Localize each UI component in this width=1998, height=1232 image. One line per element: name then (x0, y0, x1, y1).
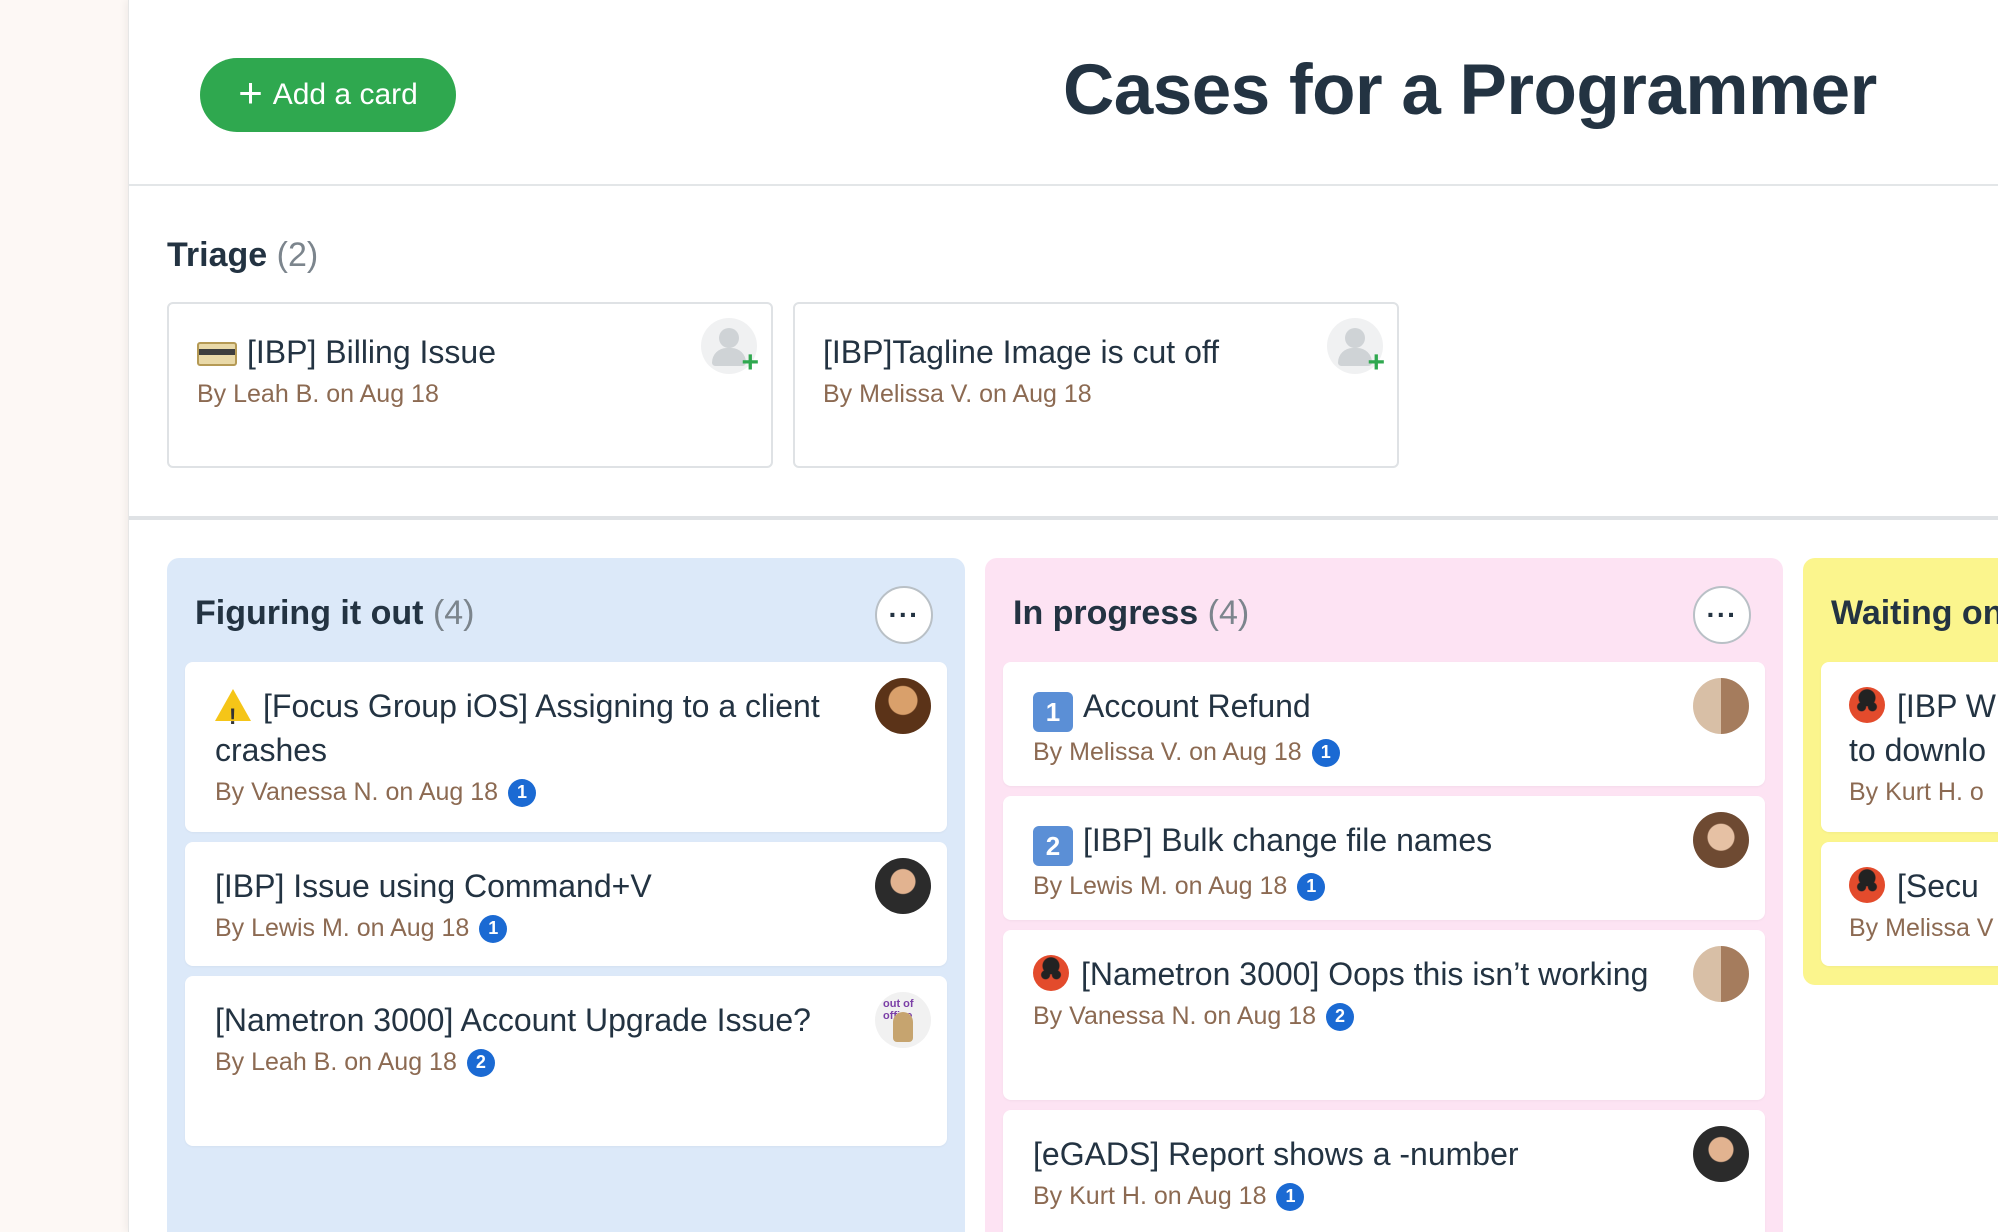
card-title-text: [IBP W (1897, 688, 1996, 724)
lane-card[interactable]: 1 Account Refund By Melissa V. on Aug 18 … (1003, 662, 1765, 786)
card-title: [IBP]Tagline Image is cut off (823, 334, 1220, 370)
comment-count-badge: 1 (1297, 872, 1326, 901)
board-header: + Add a card Cases for a Programmer (129, 0, 1998, 186)
lane-card[interactable]: [IBP] Issue using Command+V By Lewis M. … (185, 842, 947, 966)
lane-title: Figuring it out (4) (195, 594, 475, 633)
lane-card[interactable]: [Nametron 3000] Oops this isn’t working … (1003, 930, 1765, 1100)
card-meta: By Lewis M. on Aug 18 1 (215, 914, 917, 943)
ladybug-icon (1849, 687, 1885, 723)
card-title-text: [Nametron 3000] Oops this isn’t working (1081, 956, 1649, 992)
credit-card-icon (197, 342, 237, 366)
assign-user-icon[interactable]: + (701, 318, 759, 378)
triage-card[interactable]: [IBP]Tagline Image is cut off By Melissa… (793, 302, 1399, 468)
card-meta: By Lewis M. on Aug 18 1 (1033, 872, 1735, 901)
comment-count-badge: 1 (479, 914, 508, 943)
lane-card[interactable]: [Nametron 3000] Account Upgrade Issue? B… (185, 976, 947, 1146)
card-meta: By Vanessa N. on Aug 18 2 (1033, 1002, 1735, 1031)
avatar[interactable] (875, 858, 931, 914)
card-meta: By Kurt H. on Aug 18 1 (1033, 1182, 1735, 1211)
lane-card[interactable]: [IBP W to downlo By Kurt H. o (1821, 662, 1998, 832)
card-title: [Nametron 3000] Account Upgrade Issue? (215, 1002, 811, 1038)
lane-more-button[interactable]: ··· (875, 586, 933, 644)
card-meta: By Melissa V. on Aug 18 1 (1033, 738, 1735, 767)
card-meta-text: By Vanessa N. on Aug 18 (1033, 1002, 1317, 1030)
card-title: 2 [IBP] Bulk change file names (1033, 818, 1735, 866)
lane-count: (4) (432, 594, 475, 632)
card-title: [eGADS] Report shows a -number (1033, 1136, 1519, 1172)
triage-card[interactable]: [IBP] Billing Issue By Leah B. on Aug 18… (167, 302, 773, 468)
card-meta-text: By Melissa V. on Aug 18 (1033, 738, 1302, 766)
card-meta-text: By Kurt H. on Aug 18 (1033, 1182, 1267, 1210)
lanes-area: Figuring it out (4) ··· [Focus Group iOS… (129, 558, 1998, 1232)
triage-section: Triage (2) [IBP] Billing Issue By Leah B… (129, 186, 1998, 520)
lane-title-label: Figuring it out (195, 594, 424, 632)
card-title: [IBP W to downlo (1849, 684, 1998, 772)
triage-count: (2) (276, 236, 319, 274)
card-meta: By Melissa V (1849, 914, 1994, 942)
avatar[interactable]: out of office (875, 992, 931, 1048)
page-title: Cases for a Programmer (1063, 51, 1877, 130)
card-title: [Nametron 3000] Oops this isn’t working (1033, 952, 1735, 996)
card-title-text: [IBP] Bulk change file names (1083, 822, 1493, 858)
card-meta: By Vanessa N. on Aug 18 1 (215, 778, 917, 807)
card-title-text-cont: to downlo (1849, 732, 1986, 768)
avatar[interactable] (1693, 946, 1749, 1002)
ladybug-icon (1033, 955, 1069, 991)
triage-title: Triage (2) (167, 236, 318, 275)
comment-count-badge: 1 (1276, 1182, 1305, 1211)
ladybug-icon (1849, 867, 1885, 903)
plus-icon: + (238, 69, 263, 116)
card-meta-text: By Lewis M. on Aug 18 (215, 914, 470, 942)
board: + Add a card Cases for a Programmer Tria… (128, 0, 1998, 1232)
card-title-text: [IBP] Billing Issue (247, 334, 496, 370)
avatar[interactable] (1693, 678, 1749, 734)
triage-title-label: Triage (167, 236, 268, 274)
add-card-button[interactable]: + Add a card (200, 58, 456, 132)
lane-more-button[interactable]: ··· (1693, 586, 1751, 644)
card-meta: By Kurt H. o (1849, 778, 1984, 806)
assign-user-icon[interactable]: + (1327, 318, 1385, 378)
card-title: 1 Account Refund (1033, 684, 1735, 732)
card-title-text: Account Refund (1083, 688, 1311, 724)
lane-count: (4) (1207, 594, 1250, 632)
comment-count-badge: 2 (466, 1048, 495, 1077)
card-meta: By Leah B. on Aug 18 (197, 380, 439, 408)
add-card-label: Add a card (272, 78, 418, 111)
lane-in-progress: In progress (4) ··· 1 Account Refund By M… (985, 558, 1783, 1232)
lane-card[interactable]: [Secu By Melissa V (1821, 842, 1998, 966)
comment-count-badge: 2 (1326, 1002, 1355, 1031)
card-meta: By Leah B. on Aug 18 2 (215, 1048, 917, 1077)
comment-count-badge: 1 (508, 778, 537, 807)
lane-card[interactable]: [eGADS] Report shows a -number By Kurt H… (1003, 1110, 1765, 1232)
lane-title-label: In progress (1013, 594, 1199, 632)
lane-title: In progress (4) (1013, 594, 1249, 633)
lane-waiting-on: Waiting on [IBP W to downlo By Kurt H. o… (1803, 558, 1998, 985)
keycap-one-icon: 1 (1033, 692, 1073, 732)
lane-figuring-it-out: Figuring it out (4) ··· [Focus Group iOS… (167, 558, 965, 1232)
avatar[interactable] (1693, 1126, 1749, 1182)
card-meta-text: By Vanessa N. on Aug 18 (215, 778, 499, 806)
card-meta-text: By Lewis M. on Aug 18 (1033, 872, 1288, 900)
card-title: [IBP] Billing Issue (197, 330, 743, 374)
card-meta-text: By Leah B. on Aug 18 (215, 1048, 457, 1076)
card-title-text: [Secu (1897, 868, 1979, 904)
lane-title: Waiting on (1831, 594, 1998, 632)
card-title: [Secu (1849, 864, 1998, 908)
lane-card[interactable]: 2 [IBP] Bulk change file names By Lewis M… (1003, 796, 1765, 920)
card-title: [IBP] Issue using Command+V (215, 868, 652, 904)
comment-count-badge: 1 (1311, 738, 1340, 767)
card-title-text: [Focus Group iOS] Assigning to a client … (215, 688, 820, 768)
avatar[interactable] (1693, 812, 1749, 868)
card-title: [Focus Group iOS] Assigning to a client … (215, 684, 917, 772)
warning-icon (215, 689, 251, 739)
avatar[interactable] (875, 678, 931, 734)
keycap-two-icon: 2 (1033, 826, 1073, 866)
card-meta: By Melissa V. on Aug 18 (823, 380, 1092, 408)
lane-card[interactable]: [Focus Group iOS] Assigning to a client … (185, 662, 947, 832)
